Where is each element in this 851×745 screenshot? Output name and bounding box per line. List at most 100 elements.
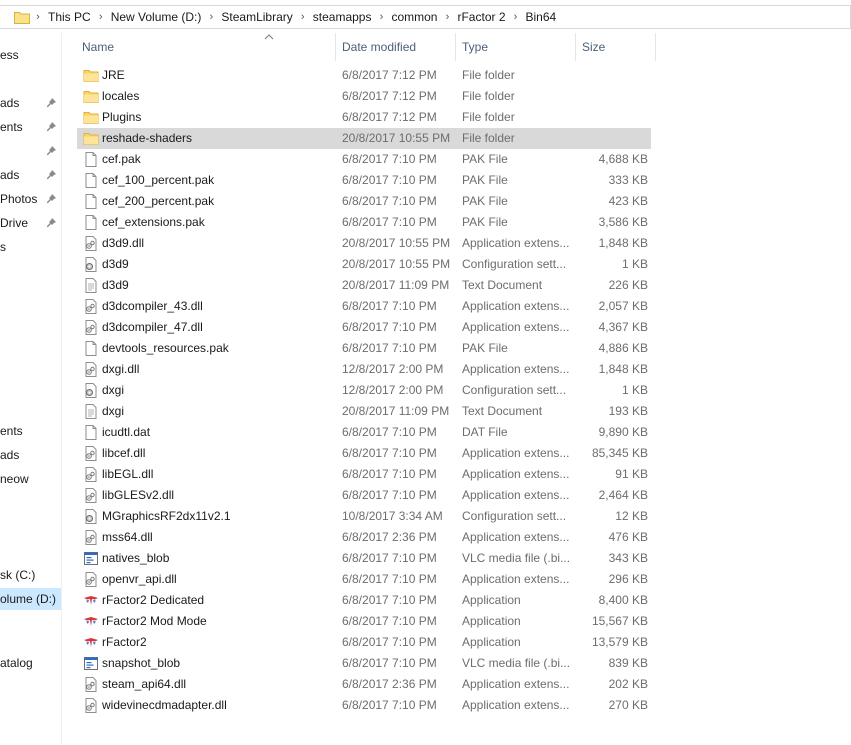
file-type: Application bbox=[462, 635, 521, 649]
table-row[interactable]: cef.pak 6/8/2017 7:10 PM PAK File 4,688 KB bbox=[77, 149, 651, 170]
nav-item-label: s bbox=[0, 240, 6, 254]
table-row[interactable]: libEGL.dll 6/8/2017 7:10 PM Application ex… bbox=[77, 464, 651, 485]
table-row[interactable]: icudtl.dat 6/8/2017 7:10 PM DAT File 9,890 … bbox=[77, 422, 651, 443]
breadcrumb-separator-icon[interactable]: › bbox=[508, 11, 524, 23]
table-row[interactable]: openvr_api.dll 6/8/2017 7:10 PM Applicatio… bbox=[77, 569, 651, 590]
file-size: 8,400 KB bbox=[598, 593, 648, 607]
table-row[interactable]: MGraphicsRF2dx11v2.1 10/8/2017 3:34 AM Con… bbox=[77, 506, 651, 527]
breadcrumb-separator-icon[interactable]: › bbox=[203, 11, 219, 23]
file-type: PAK File bbox=[462, 173, 508, 187]
breadcrumb-item[interactable]: This PC bbox=[46, 10, 93, 24]
file-name: rFactor2 bbox=[102, 635, 147, 649]
table-row[interactable]: cef_extensions.pak 6/8/2017 7:10 PM PAK Fi… bbox=[77, 212, 651, 233]
table-row[interactable]: widevinecdmadapter.dll 6/8/2017 7:10 PM Ap… bbox=[77, 695, 651, 716]
nav-item[interactable]: ents bbox=[0, 116, 61, 138]
table-row[interactable]: reshade-shaders 20/8/2017 10:55 PM File fo… bbox=[77, 128, 651, 149]
column-header-date-modified[interactable]: Date modified bbox=[336, 33, 456, 61]
navigation-pane[interactable]: ess ads ents ads Photos Drive s ents ads neow sk (… bbox=[0, 33, 62, 745]
file-type: Application extens... bbox=[462, 530, 570, 544]
breadcrumb-item[interactable]: New Volume (D:) bbox=[109, 10, 204, 24]
file-type: PAK File bbox=[462, 341, 508, 355]
pin-icon[interactable] bbox=[46, 217, 57, 228]
file-date-modified: 6/8/2017 7:10 PM bbox=[342, 215, 437, 229]
dll-file-icon bbox=[83, 571, 99, 588]
file-type: Configuration sett... bbox=[462, 383, 567, 397]
nav-item[interactable]: ess bbox=[0, 44, 61, 66]
nav-item[interactable] bbox=[0, 140, 61, 162]
breadcrumb-item[interactable]: steamapps bbox=[311, 10, 374, 24]
table-row[interactable]: mss64.dll 6/8/2017 2:36 PM Application ext… bbox=[77, 527, 651, 548]
pin-icon[interactable] bbox=[46, 145, 57, 156]
file-type: Application bbox=[462, 593, 521, 607]
file-name: dxgi bbox=[102, 383, 125, 397]
table-row[interactable]: dxgi 12/8/2017 2:00 PM Configuration sett.… bbox=[77, 380, 651, 401]
file-size: 202 KB bbox=[608, 677, 648, 691]
breadcrumb-separator-icon[interactable]: › bbox=[93, 11, 109, 23]
nav-item[interactable]: s bbox=[0, 236, 61, 258]
table-row[interactable]: rFactor2 Mod Mode 6/8/2017 7:10 PM Applica… bbox=[77, 611, 651, 632]
file-date-modified: 12/8/2017 2:00 PM bbox=[342, 362, 444, 376]
table-row[interactable]: libcef.dll 6/8/2017 7:10 PM Application ex… bbox=[77, 443, 651, 464]
table-row[interactable]: d3d9 20/8/2017 11:09 PM Text Document 226 K… bbox=[77, 275, 651, 296]
file-icon bbox=[83, 340, 99, 357]
table-row[interactable]: natives_blob 6/8/2017 7:10 PM VLC media fi… bbox=[77, 548, 651, 569]
table-row[interactable]: rFactor2 6/8/2017 7:10 PM Application 13,57… bbox=[77, 632, 651, 653]
breadcrumb-item[interactable]: rFactor 2 bbox=[455, 10, 507, 24]
table-row[interactable]: JRE 6/8/2017 7:12 PM File folder bbox=[77, 65, 651, 86]
nav-item[interactable]: ads bbox=[0, 444, 61, 466]
text-document-icon bbox=[83, 403, 99, 420]
nav-item[interactable]: ads bbox=[0, 164, 61, 186]
table-row[interactable]: d3dcompiler_47.dll 6/8/2017 7:10 PM Applic… bbox=[77, 317, 651, 338]
file-date-modified: 20/8/2017 10:55 PM bbox=[342, 257, 451, 271]
breadcrumb-separator-icon[interactable]: › bbox=[439, 11, 455, 23]
file-icon bbox=[83, 214, 99, 231]
column-header-name[interactable]: Name bbox=[76, 33, 336, 61]
breadcrumb-item[interactable]: common bbox=[389, 10, 439, 24]
table-row[interactable]: d3d9 20/8/2017 10:55 PM Configuration sett… bbox=[77, 254, 651, 275]
breadcrumb-separator-icon[interactable]: › bbox=[30, 11, 46, 23]
breadcrumb[interactable]: › This PC › New Volume (D:) › SteamLibrary › st… bbox=[0, 5, 851, 29]
table-row[interactable]: libGLESv2.dll 6/8/2017 7:10 PM Application… bbox=[77, 485, 651, 506]
folder-icon bbox=[83, 67, 99, 84]
table-row[interactable]: Plugins 6/8/2017 7:12 PM File folder bbox=[77, 107, 651, 128]
pin-icon[interactable] bbox=[46, 97, 57, 108]
table-row[interactable]: d3dcompiler_43.dll 6/8/2017 7:10 PM Applic… bbox=[77, 296, 651, 317]
table-row[interactable]: locales 6/8/2017 7:12 PM File folder bbox=[77, 86, 651, 107]
nav-item[interactable]: ents bbox=[0, 420, 61, 442]
file-type: Application extens... bbox=[462, 446, 570, 460]
pin-icon[interactable] bbox=[46, 169, 57, 180]
nav-item[interactable]: neow bbox=[0, 468, 61, 490]
table-row[interactable]: snapshot_blob 6/8/2017 7:10 PM VLC media f… bbox=[77, 653, 651, 674]
nav-item[interactable]: ads bbox=[0, 92, 61, 114]
table-row[interactable]: cef_200_percent.pak 6/8/2017 7:10 PM PAK F… bbox=[77, 191, 651, 212]
breadcrumb-item[interactable]: SteamLibrary bbox=[219, 10, 294, 24]
address-bar[interactable]: › This PC › New Volume (D:) › SteamLibrary › st… bbox=[0, 0, 851, 33]
file-name: libGLESv2.dll bbox=[102, 488, 175, 502]
file-name: MGraphicsRF2dx11v2.1 bbox=[102, 509, 231, 523]
nav-item[interactable]: atalog bbox=[0, 652, 61, 674]
nav-item[interactable]: Photos bbox=[0, 188, 61, 210]
nav-item[interactable]: olume (D:) bbox=[0, 588, 61, 610]
table-row[interactable]: steam_api64.dll 6/8/2017 2:36 PM Applicati… bbox=[77, 674, 651, 695]
vlc-media-file-icon bbox=[83, 550, 99, 567]
pin-icon[interactable] bbox=[46, 121, 57, 132]
table-row[interactable]: d3d9.dll 20/8/2017 10:55 PM Application ex… bbox=[77, 233, 651, 254]
table-row[interactable]: rFactor2 Dedicated 6/8/2017 7:10 PM Applic… bbox=[77, 590, 651, 611]
nav-item-label: neow bbox=[0, 472, 29, 486]
nav-item[interactable]: sk (C:) bbox=[0, 564, 61, 586]
file-list[interactable]: JRE 6/8/2017 7:12 PM File folder locales 6/8… bbox=[62, 65, 851, 745]
nav-item[interactable]: Drive bbox=[0, 212, 61, 234]
pin-icon[interactable] bbox=[46, 193, 57, 204]
table-row[interactable]: cef_100_percent.pak 6/8/2017 7:10 PM PAK F… bbox=[77, 170, 651, 191]
table-row[interactable]: dxgi 20/8/2017 11:09 PM Text Document 193 K… bbox=[77, 401, 651, 422]
column-header-size[interactable]: Size bbox=[576, 33, 656, 61]
breadcrumb-item[interactable]: Bin64 bbox=[524, 10, 559, 24]
file-date-modified: 6/8/2017 7:10 PM bbox=[342, 446, 437, 460]
table-row[interactable]: dxgi.dll 12/8/2017 2:00 PM Application ext… bbox=[77, 359, 651, 380]
table-row[interactable]: devtools_resources.pak 6/8/2017 7:10 PM PA… bbox=[77, 338, 651, 359]
file-date-modified: 6/8/2017 2:36 PM bbox=[342, 530, 437, 544]
dll-file-icon bbox=[83, 235, 99, 252]
breadcrumb-separator-icon[interactable]: › bbox=[295, 11, 311, 23]
breadcrumb-separator-icon[interactable]: › bbox=[373, 11, 389, 23]
column-header-type[interactable]: Type bbox=[456, 33, 576, 61]
